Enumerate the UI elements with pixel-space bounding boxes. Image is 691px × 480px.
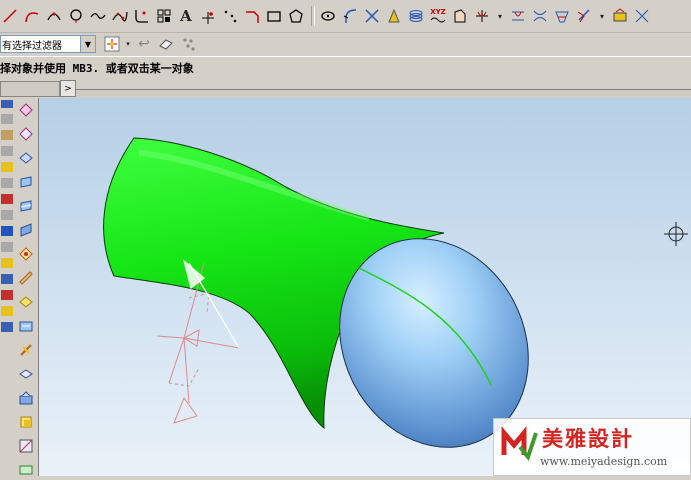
cube-icon[interactable] (156, 33, 176, 55)
expand-arrow-button[interactable]: > (60, 80, 76, 97)
undo-arrow-icon[interactable]: ↩ (134, 33, 154, 55)
curve-toolbar: A XYZ ▾ ▾ (0, 0, 691, 33)
cue-line-text: 择对象并使用 MB3. 或者双击某一对象 (0, 62, 194, 75)
sketch-plane-icon[interactable] (16, 100, 36, 120)
extrude-icon[interactable] (16, 172, 36, 192)
type-filter-value: 有选择过滤器 (2, 40, 62, 52)
horizontal-scrollbar[interactable] (76, 89, 691, 96)
combine-icon[interactable]: ▾ (494, 5, 506, 27)
resource-bar-tab[interactable] (0, 81, 60, 97)
shell-icon[interactable] (16, 292, 36, 312)
pad-icon[interactable] (16, 364, 36, 384)
feature-toolbar (14, 98, 39, 476)
hole-icon[interactable] (16, 316, 36, 336)
resource-tab-icon[interactable] (1, 100, 13, 108)
watermark: 美雅設計 www.meiyadesign.com (493, 418, 691, 476)
trim-icon[interactable] (362, 5, 382, 27)
sew-icon[interactable] (16, 460, 36, 480)
spline-icon[interactable] (110, 5, 130, 27)
face-icon[interactable] (16, 148, 36, 168)
curve-icon[interactable] (88, 5, 108, 27)
watermark-url: www.meiyadesign.com (540, 455, 668, 468)
helix-icon[interactable] (406, 5, 426, 27)
watermark-title: 美雅設計 (542, 427, 634, 451)
offset-curve-icon[interactable]: ▾ (596, 5, 608, 27)
meiya-logo-icon (500, 425, 538, 463)
point-set-icon[interactable] (220, 5, 240, 27)
conic-icon[interactable] (384, 5, 404, 27)
wrap-icon[interactable] (574, 5, 594, 27)
resource-tab-icon[interactable] (1, 258, 13, 268)
offset-icon[interactable] (154, 5, 174, 27)
trim-body-icon[interactable] (16, 412, 36, 432)
curve-length-icon[interactable] (610, 5, 630, 27)
snap-icon[interactable] (178, 33, 198, 55)
boss-icon[interactable] (16, 340, 36, 360)
resource-tab-icon[interactable] (1, 130, 13, 140)
extract-icon[interactable] (472, 5, 492, 27)
thicken-icon[interactable] (16, 436, 36, 456)
sketch-icon[interactable] (340, 5, 360, 27)
resource-tab-icon[interactable] (1, 322, 13, 332)
ellipse-icon[interactable] (318, 5, 338, 27)
circle-icon[interactable] (66, 5, 86, 27)
navigator-bar: > (0, 79, 691, 98)
polygon-icon[interactable] (286, 5, 306, 27)
selection-dropdown-icon[interactable]: ▾ (124, 33, 132, 55)
resource-tab-icon[interactable] (1, 114, 13, 124)
resource-tab-icon[interactable] (1, 162, 13, 172)
resource-tab-icon[interactable] (1, 306, 13, 316)
line-icon[interactable] (0, 5, 20, 27)
cue-line: 择对象并使用 MB3. 或者双击某一对象 (0, 56, 691, 80)
arc-3pt-icon[interactable] (44, 5, 64, 27)
selection-icon[interactable] (102, 33, 122, 55)
law-curve-icon[interactable]: XYZ (428, 5, 448, 27)
crosshair-cursor-icon (664, 222, 688, 246)
revolve-icon[interactable] (16, 196, 36, 216)
intersect-icon[interactable] (530, 5, 550, 27)
selection-toolbar: 有选择过滤器 ▼ ▾ ↩ (0, 33, 691, 55)
rectangle-icon[interactable] (264, 5, 284, 27)
xyz-label: XYZ (430, 7, 446, 16)
resource-tab-icon[interactable] (1, 194, 13, 204)
resource-tab-icon[interactable] (1, 210, 13, 220)
resource-tab-icon[interactable] (1, 274, 13, 284)
surface-icon[interactable] (16, 124, 36, 144)
toolbar-separator (311, 6, 315, 26)
project-icon[interactable] (508, 5, 528, 27)
resource-bar (0, 98, 15, 476)
graphics-window[interactable]: 美雅設計 www.meiyadesign.com (39, 98, 691, 476)
fillet-icon[interactable] (132, 5, 152, 27)
bridge-icon[interactable] (450, 5, 470, 27)
point-icon[interactable] (198, 5, 218, 27)
chamfer-tool-icon[interactable] (16, 268, 36, 288)
resource-tab-icon[interactable] (1, 146, 13, 156)
section-icon[interactable] (552, 5, 572, 27)
resource-tab-icon[interactable] (1, 290, 13, 300)
resource-tab-icon[interactable] (1, 226, 13, 236)
blend-icon[interactable] (16, 244, 36, 264)
resource-tab-icon[interactable] (1, 242, 13, 252)
chamfer-icon[interactable] (242, 5, 262, 27)
edit-icon[interactable] (16, 388, 36, 408)
toolbar-more-icon[interactable] (632, 5, 652, 27)
text-icon[interactable]: A (176, 5, 196, 27)
type-filter-select[interactable]: 有选择过滤器 ▼ (0, 35, 96, 53)
sweep-icon[interactable] (16, 220, 36, 240)
resource-tab-icon[interactable] (1, 178, 13, 188)
chevron-down-icon[interactable]: ▼ (80, 36, 95, 52)
arc-icon[interactable] (22, 5, 42, 27)
